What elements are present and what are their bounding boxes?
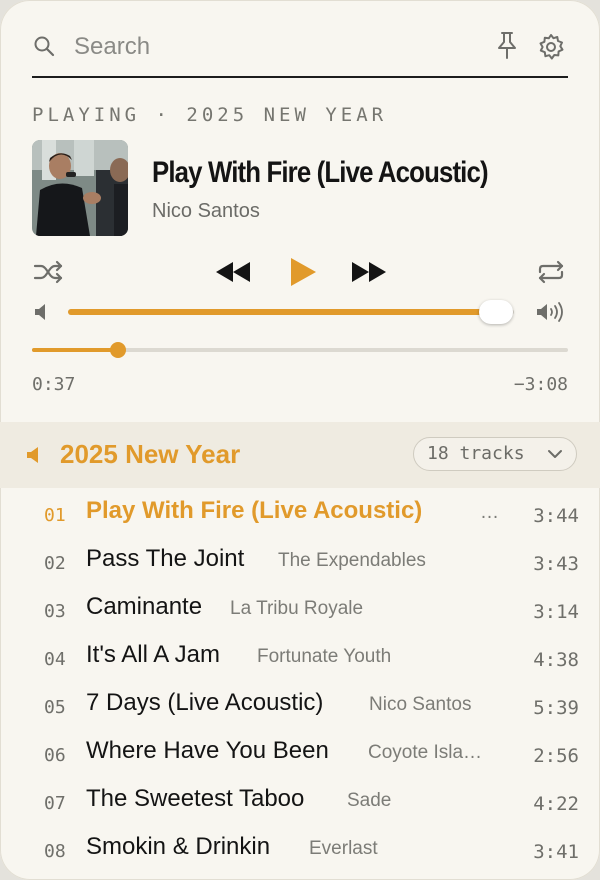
track-row[interactable]: 05 7 Days (Live Acoustic) Nico Santos 5:… xyxy=(0,682,600,730)
progress-fill xyxy=(32,348,118,352)
track-number: 07 xyxy=(44,793,66,814)
track-duration: 3:44 xyxy=(533,505,579,527)
track-artist: … xyxy=(480,502,499,523)
track-title: The Sweetest Taboo xyxy=(86,785,305,812)
track-duration: 3:41 xyxy=(533,841,579,863)
track-number: 02 xyxy=(44,553,66,574)
speaker-icon xyxy=(27,447,38,463)
volume-low-icon[interactable] xyxy=(32,300,52,324)
track-count-dropdown[interactable]: 18 tracks xyxy=(413,437,577,471)
track-artist: Nico Santos xyxy=(369,694,472,715)
chevron-down-icon xyxy=(548,450,562,458)
track-duration: 2:56 xyxy=(533,745,579,767)
track-number: 05 xyxy=(44,697,66,718)
repeat-icon[interactable] xyxy=(534,258,568,286)
search-input[interactable] xyxy=(72,30,476,64)
track-row[interactable]: 03 Caminante La Tribu Royale 3:14 xyxy=(0,586,600,634)
track-number: 04 xyxy=(44,649,66,670)
search-icon xyxy=(34,36,55,57)
track-duration: 4:22 xyxy=(533,793,579,815)
progress-knob[interactable] xyxy=(109,342,126,358)
track-artist: Coyote Isla… xyxy=(368,742,483,763)
track-artist: Fortunate Youth xyxy=(257,646,392,667)
volume-slider[interactable] xyxy=(68,300,514,324)
search-bar xyxy=(32,26,568,78)
track-row[interactable]: 08 Smokin & Drinkin Everlast 3:41 xyxy=(0,826,600,874)
track-artist: Everlast xyxy=(309,838,378,859)
track-title: It's All A Jam xyxy=(86,641,220,668)
album-art[interactable] xyxy=(32,140,128,236)
track-row[interactable]: 02 Pass The Joint The Expendables 3:43 xyxy=(0,538,600,586)
progress-slider[interactable] xyxy=(32,342,568,358)
track-row[interactable]: 07 The Sweetest Taboo Sade 4:22 xyxy=(0,778,600,826)
playlist-header: 2025 New Year 18 tracks xyxy=(0,422,600,488)
track-number: 06 xyxy=(44,745,66,766)
track-duration: 3:43 xyxy=(533,553,579,575)
now-playing-artist[interactable]: Nico Santos xyxy=(152,200,260,223)
music-player-panel: PLAYING · 2025 NEW YEAR Play With Fire (… xyxy=(0,0,600,880)
track-row[interactable]: 01 Play With Fire (Live Acoustic) … 3:44 xyxy=(0,490,600,538)
track-title: Pass The Joint xyxy=(86,545,245,572)
volume-fill xyxy=(68,309,497,315)
remaining-time: −3:08 xyxy=(513,374,568,395)
track-duration: 3:14 xyxy=(533,601,579,623)
now-playing-label: PLAYING · 2025 NEW YEAR xyxy=(32,104,388,126)
track-number: 01 xyxy=(44,505,66,526)
fast-forward-icon[interactable] xyxy=(350,258,388,286)
play-icon[interactable] xyxy=(288,256,318,288)
gear-icon[interactable] xyxy=(536,32,566,62)
track-artist: The Expendables xyxy=(278,550,426,571)
rewind-icon[interactable] xyxy=(214,258,252,286)
track-title: 7 Days (Live Acoustic) xyxy=(86,689,324,716)
track-artist: Sade xyxy=(347,790,392,811)
volume-high-icon[interactable] xyxy=(534,300,568,324)
shuffle-icon[interactable] xyxy=(32,258,66,286)
track-count-label: 18 tracks xyxy=(427,443,525,464)
track-artist: La Tribu Royale xyxy=(230,598,364,619)
track-title: Play With Fire (Live Acoustic) xyxy=(86,497,423,524)
elapsed-time: 0:37 xyxy=(32,374,76,395)
track-row[interactable]: 06 Where Have You Been Coyote Isla… 2:56 xyxy=(0,730,600,778)
pin-icon[interactable] xyxy=(494,30,520,60)
track-number: 08 xyxy=(44,841,66,862)
track-number: 03 xyxy=(44,601,66,622)
volume-knob[interactable] xyxy=(479,300,514,324)
track-row[interactable]: 04 It's All A Jam Fortunate Youth 4:38 xyxy=(0,634,600,682)
track-title: Where Have You Been xyxy=(86,737,329,764)
track-title: Smokin & Drinkin xyxy=(86,833,271,860)
playlist-title[interactable]: 2025 New Year xyxy=(60,439,240,470)
track-duration: 4:38 xyxy=(533,649,579,671)
track-duration: 5:39 xyxy=(533,697,579,719)
track-title: Caminante xyxy=(86,593,203,620)
now-playing-title: Play With Fire (Live Acoustic) xyxy=(152,156,489,189)
